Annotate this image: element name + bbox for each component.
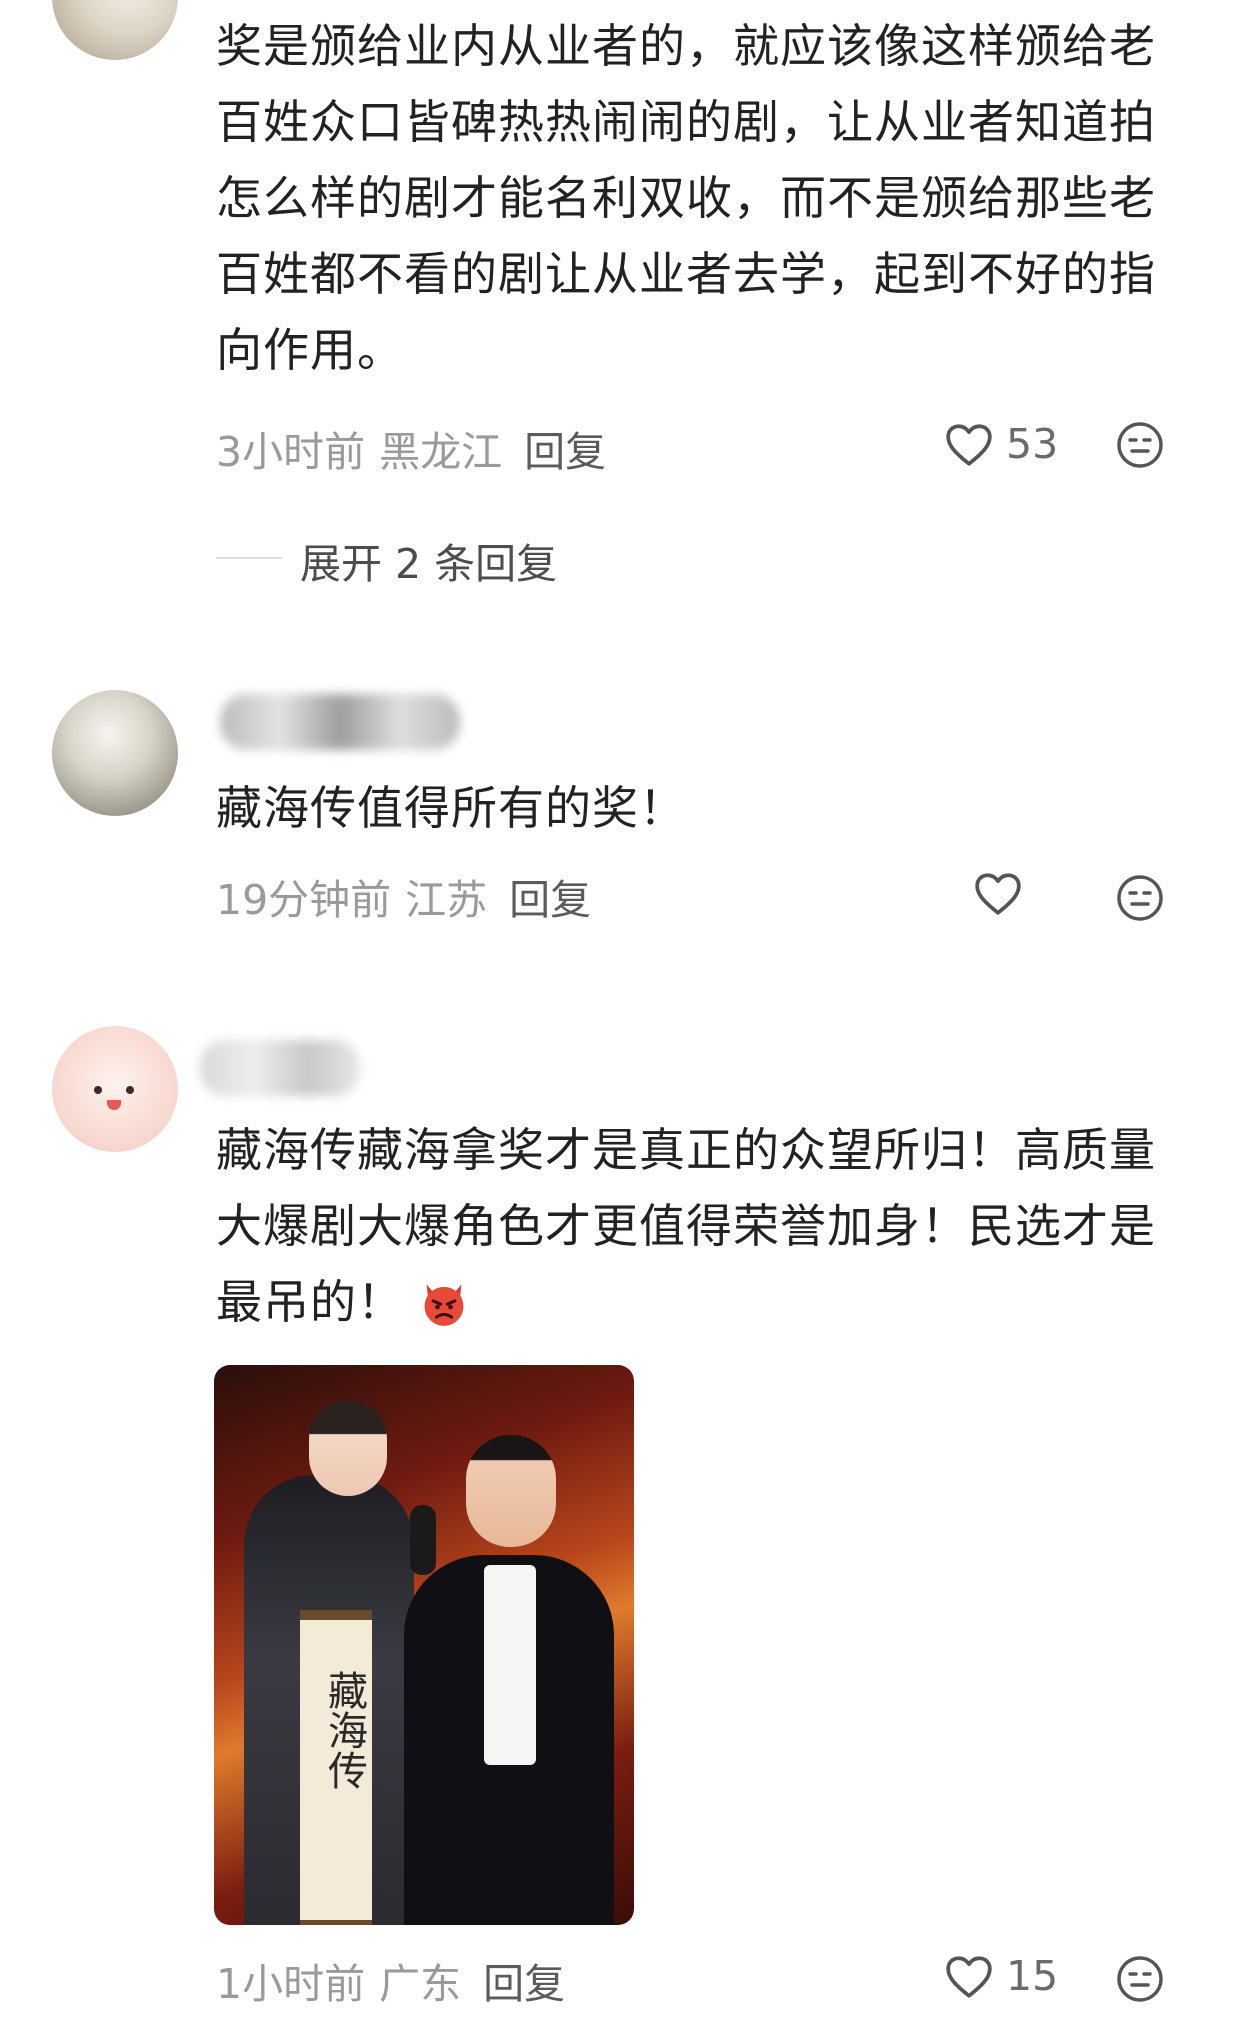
avatar-mouth [107, 1100, 121, 1110]
reply-button[interactable]: 回复 [483, 1960, 565, 2008]
comment-text: 藏海传藏海拿奖才是真正的众望所归！高质量大爆剧大爆角色才更值得荣誉加身！民选才是… [216, 1112, 1156, 1340]
comment-location: 广东 [379, 1960, 462, 2008]
neutral-face-icon[interactable] [1116, 421, 1164, 469]
expand-replies-button[interactable]: 展开 2 条回复 [300, 530, 557, 590]
like-button[interactable]: 15 [944, 1952, 1058, 2000]
comment-location: 黑龙江 [379, 428, 503, 476]
comment-time: 3小时前 [216, 428, 366, 476]
like-count: 53 [1006, 420, 1059, 468]
reply-button[interactable]: 回复 [509, 876, 591, 924]
photo-person-right-head [466, 1435, 556, 1547]
comment-body: 藏海传藏海拿奖才是真正的众望所归！高质量大爆剧大爆角色才更值得荣誉加身！民选才是… [216, 1123, 1156, 1329]
comment-meta: 1小时前 广东 回复 [216, 1950, 565, 2010]
comment-text: 藏海传值得所有的奖！ [216, 781, 686, 835]
comment-time: 1小时前 [216, 1960, 366, 2008]
like-button[interactable]: 53 [944, 420, 1058, 468]
comment-meta: 3小时前 黑龙江 回复 [216, 418, 606, 478]
scroll-calligraphy: 藏海传 [321, 1670, 367, 1790]
photo-scroll: 藏海传 [300, 1610, 372, 1925]
comment-location: 江苏 [405, 876, 488, 924]
angry-devil-emoji [424, 1284, 464, 1326]
avatar-eye [94, 1086, 102, 1094]
like-count: 15 [1006, 1952, 1059, 2000]
neutral-face-icon[interactable] [1116, 1955, 1164, 2003]
photo-shirt [484, 1565, 536, 1765]
photo-microphone [410, 1505, 436, 1575]
comment-text: 奖是颁给业内从业者的，就应该像这样颁给老百姓众口皆碑热热闹闹的剧，让从业者知道拍… [216, 19, 1156, 377]
comment-meta: 19分钟前 江苏 回复 [216, 866, 591, 926]
neutral-face-icon[interactable] [1116, 874, 1164, 922]
reply-button[interactable]: 回复 [524, 428, 606, 476]
heart-outline-icon [946, 1956, 992, 1998]
expand-divider [216, 557, 282, 559]
heart-outline-icon [975, 873, 1021, 915]
comment-time: 19分钟前 [216, 876, 392, 924]
blurred-username[interactable] [220, 694, 460, 750]
photo-person-left-head [309, 1400, 387, 1496]
commenter-avatar[interactable] [52, 1026, 178, 1152]
blurred-username[interactable] [200, 1040, 360, 1096]
commenter-avatar[interactable] [52, 690, 178, 816]
commenter-avatar[interactable] [52, 0, 178, 60]
heart-outline-icon [946, 424, 992, 466]
comment-image[interactable]: 藏海传 [214, 1365, 634, 1925]
avatar-eye [126, 1086, 134, 1094]
like-button[interactable] [973, 870, 1035, 916]
